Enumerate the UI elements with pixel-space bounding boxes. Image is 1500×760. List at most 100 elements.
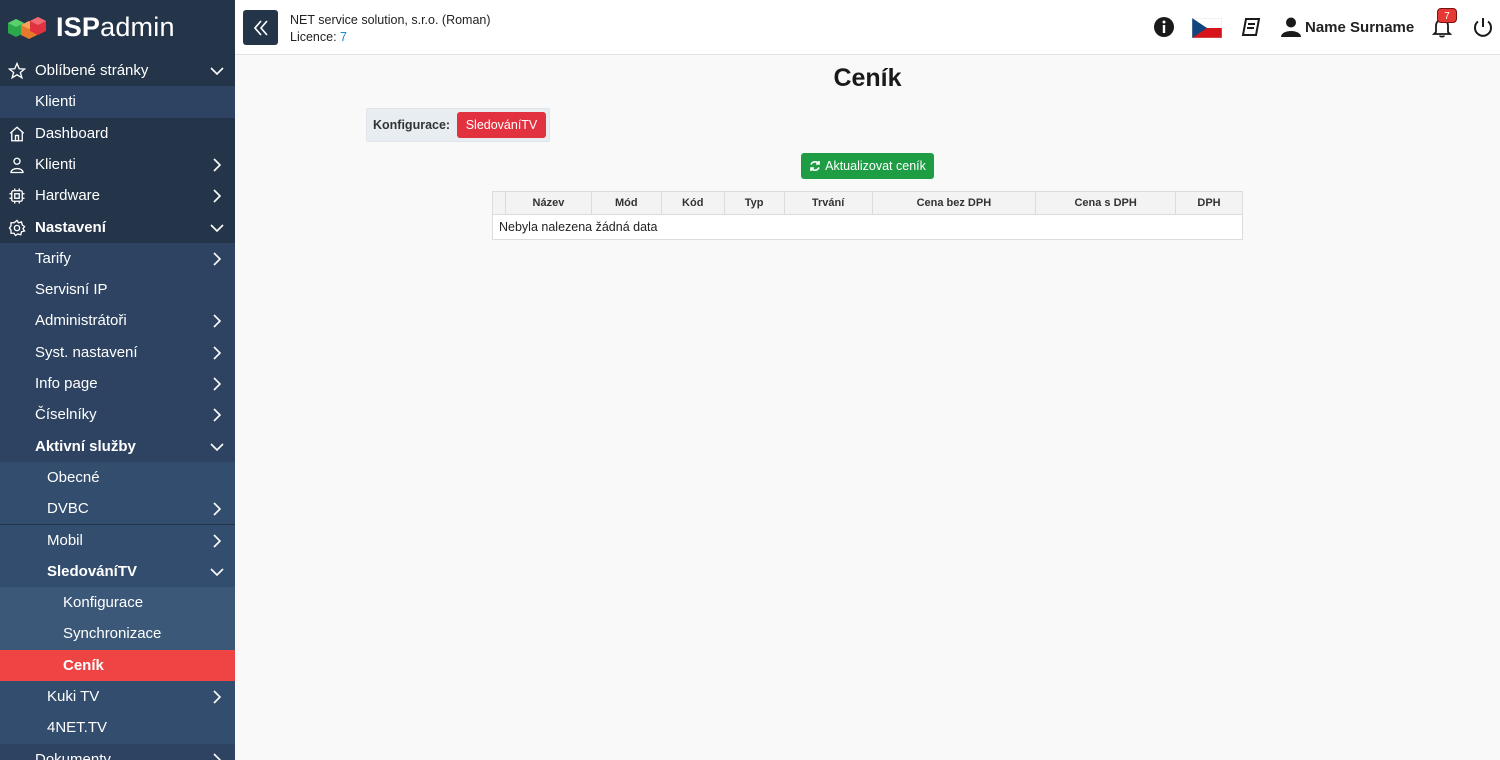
sidebar-item-label: Mobil — [47, 531, 83, 549]
sidebar-item-nastaveni[interactable]: Nastavení — [0, 211, 235, 243]
sidebar-item-label: Dashboard — [35, 124, 109, 142]
sidebar-item-favorite-klienti[interactable]: Klienti — [0, 86, 235, 118]
sidebar-item-label: Dokumenty — [35, 750, 111, 760]
top-bar: NET service solution, s.r.o. (Roman) Lic… — [235, 0, 1500, 55]
sidebar-item-konfigurace[interactable]: Konfigurace — [0, 587, 235, 619]
column-header-kod[interactable]: Kód — [660, 191, 725, 215]
sidebar-item-label: Klienti — [35, 93, 76, 111]
sidebar-item-label: Servisní IP — [35, 281, 108, 299]
column-header-trvani[interactable]: Trvání — [783, 191, 873, 215]
chevron-right-icon — [213, 753, 222, 760]
double-chevron-left-icon — [253, 19, 268, 36]
power-icon[interactable] — [1472, 16, 1494, 38]
company-name: NET service solution, s.r.o. (Roman) — [290, 13, 491, 27]
config-value-button[interactable]: SledováníTV — [457, 112, 546, 138]
refresh-icon — [810, 161, 820, 171]
company-info: NET service solution, s.r.o. (Roman) Lic… — [290, 12, 491, 46]
config-label: Konfigurace: — [373, 118, 451, 132]
sidebar-item-label: Obecné — [47, 468, 100, 486]
sidebar-item-label: Klienti — [35, 155, 76, 173]
cz-flag-icon[interactable] — [1192, 18, 1222, 38]
table-row: Nebyla nalezena žádná data — [493, 215, 1243, 240]
sidebar-item-label: 4NET.TV — [47, 719, 108, 737]
sidebar-item-dashboard[interactable]: Dashboard — [0, 117, 235, 149]
sidebar: ISPadmin Oblíbené stránky Klienti Dashbo… — [0, 0, 235, 760]
sidebar-item-ciselniky[interactable]: Číselníky — [0, 399, 235, 431]
config-selector: Konfigurace: SledováníTV — [366, 108, 550, 142]
chevron-right-icon — [213, 502, 222, 516]
column-header-dph[interactable]: DPH — [1175, 191, 1243, 215]
sidebar-item-favorites[interactable]: Oblíbené stránky — [0, 55, 235, 87]
user-icon[interactable] — [1280, 16, 1302, 38]
sidebar-item-label: Info page — [35, 375, 98, 392]
sidebar-item-kuki-tv[interactable]: Kuki TV — [0, 681, 235, 713]
chevron-down-icon — [210, 67, 224, 76]
chevron-right-icon — [213, 690, 222, 704]
licence-info: Licence: 7 — [290, 29, 491, 46]
sidebar-item-synchronizace[interactable]: Synchronizace — [0, 618, 235, 650]
sidebar-item-syst-nastaveni[interactable]: Syst. nastavení — [0, 336, 235, 368]
sidebar-item-label: Aktivní služby — [35, 437, 136, 455]
sidebar-item-mobil[interactable]: Mobil — [0, 524, 235, 556]
sidebar-item-cenik[interactable]: Ceník — [0, 649, 235, 681]
sidebar-item-label: Oblíbené stránky — [35, 62, 149, 79]
licence-label: Licence: — [290, 30, 337, 44]
page-title: Ceník — [833, 64, 902, 92]
chevron-right-icon — [213, 533, 222, 548]
chevron-right-icon — [213, 158, 222, 172]
sidebar-item-label: Číselníky — [35, 406, 97, 424]
sidebar-item-label: Synchronizace — [63, 625, 162, 643]
column-header-cena-bez-dph[interactable]: Cena bez DPH — [871, 191, 1037, 215]
sidebar-item-klienti[interactable]: Klienti — [0, 148, 235, 181]
user-name[interactable]: Name Surname — [1305, 19, 1414, 36]
sidebar-item-hardware[interactable]: Hardware — [0, 180, 235, 212]
chevron-right-icon — [213, 314, 222, 328]
chevron-down-icon — [210, 443, 224, 451]
chevron-right-icon — [213, 252, 222, 266]
update-pricelist-label: Aktualizovat ceník — [825, 159, 926, 173]
sidebar-item-sledovanitv[interactable]: SledováníTV — [0, 555, 235, 588]
chip-icon — [9, 188, 25, 204]
book-icon[interactable] — [1240, 16, 1262, 38]
chevron-down-icon — [210, 223, 224, 232]
sidebar-item-administratori[interactable]: Administrátoři — [0, 305, 235, 337]
chevron-right-icon — [213, 377, 222, 391]
user-icon — [10, 157, 24, 174]
licence-value[interactable]: 7 — [340, 30, 347, 44]
sidebar-item-label: Administrátoři — [35, 312, 127, 330]
sidebar-item-label: Tarify — [35, 249, 71, 267]
sidebar-item-obecne[interactable]: Obecné — [0, 461, 235, 494]
sidebar-item-servisni-ip[interactable]: Servisní IP — [0, 274, 235, 306]
sidebar-item-dokumenty[interactable]: Dokumenty — [0, 743, 235, 760]
sidebar-item-tarify[interactable]: Tarify — [0, 242, 235, 275]
sidebar-item-info-page[interactable]: Info page — [0, 368, 235, 400]
sidebar-item-4net-tv[interactable]: 4NET.TV — [0, 712, 235, 744]
app-logo[interactable]: ISPadmin — [0, 0, 235, 55]
sidebar-item-label: Konfigurace — [63, 594, 144, 612]
logo-text: ISPadmin — [56, 12, 175, 42]
sidebar-item-label: Ceník — [63, 656, 104, 674]
gear-icon — [8, 219, 26, 236]
info-icon[interactable] — [1153, 16, 1175, 38]
chevron-down-icon — [210, 568, 224, 576]
sidebar-item-aktivni-sluzby[interactable]: Aktivní služby — [0, 430, 235, 462]
logo-cubes-icon — [8, 16, 46, 39]
column-header-typ[interactable]: Typ — [723, 191, 785, 215]
column-header-mod[interactable]: Mód — [590, 191, 662, 215]
chevron-right-icon — [213, 346, 222, 360]
home-icon — [9, 125, 25, 142]
column-header-select[interactable] — [492, 191, 506, 215]
sidebar-item-label: Kuki TV — [47, 688, 100, 705]
sidebar-item-dvbc[interactable]: DVBC — [0, 493, 235, 525]
table-header-row: Název Mód Kód Typ Trvání Cena bez DPH Ce… — [492, 191, 1243, 215]
collapse-sidebar-button[interactable] — [243, 10, 278, 45]
column-header-cena-s-dph[interactable]: Cena s DPH — [1035, 191, 1177, 215]
chevron-right-icon — [213, 408, 222, 422]
chevron-right-icon — [213, 189, 222, 203]
notification-badge: 7 — [1437, 8, 1457, 23]
column-header-nazev[interactable]: Název — [504, 191, 592, 215]
update-pricelist-button[interactable]: Aktualizovat ceník — [801, 153, 934, 179]
sidebar-item-label: Hardware — [35, 187, 101, 205]
empty-table-message: Nebyla nalezena žádná data — [499, 220, 658, 234]
pricelist-table: Název Mód Kód Typ Trvání Cena bez DPH Ce… — [492, 191, 1243, 240]
